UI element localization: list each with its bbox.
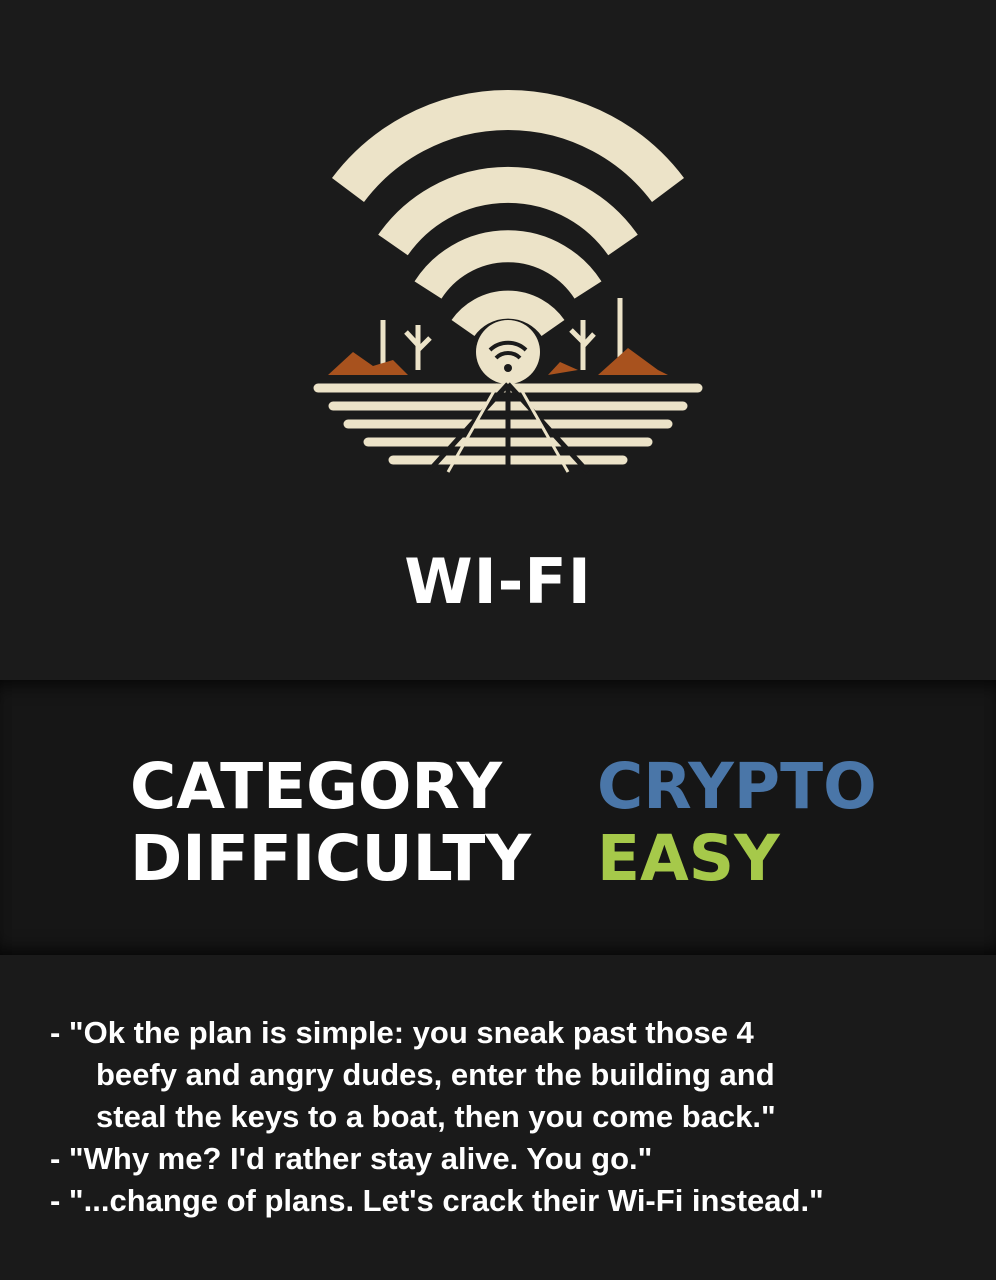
wifi-desert-logo-icon (313, 90, 703, 474)
challenge-title: WI-FI (404, 545, 592, 618)
dialogue-line: steal the keys to a boat, then you come … (96, 1099, 776, 1134)
dialogue-block: - "Ok the plan is simple: you sneak past… (50, 1012, 970, 1222)
category-label: CATEGORY (130, 750, 503, 823)
dialogue-line: - "Ok the plan is simple: you sneak past… (50, 1015, 754, 1050)
header-panel: WI-FI (0, 0, 996, 680)
dialogue-line: beefy and angry dudes, enter the buildin… (96, 1057, 775, 1092)
dialogue-line: - "Why me? I'd rather stay alive. You go… (50, 1141, 653, 1176)
category-value: CRYPTO (597, 750, 877, 823)
difficulty-label: DIFFICULTY (130, 822, 531, 895)
difficulty-value: EASY (597, 822, 780, 895)
dialogue-line: - "...change of plans. Let's crack their… (50, 1183, 824, 1218)
